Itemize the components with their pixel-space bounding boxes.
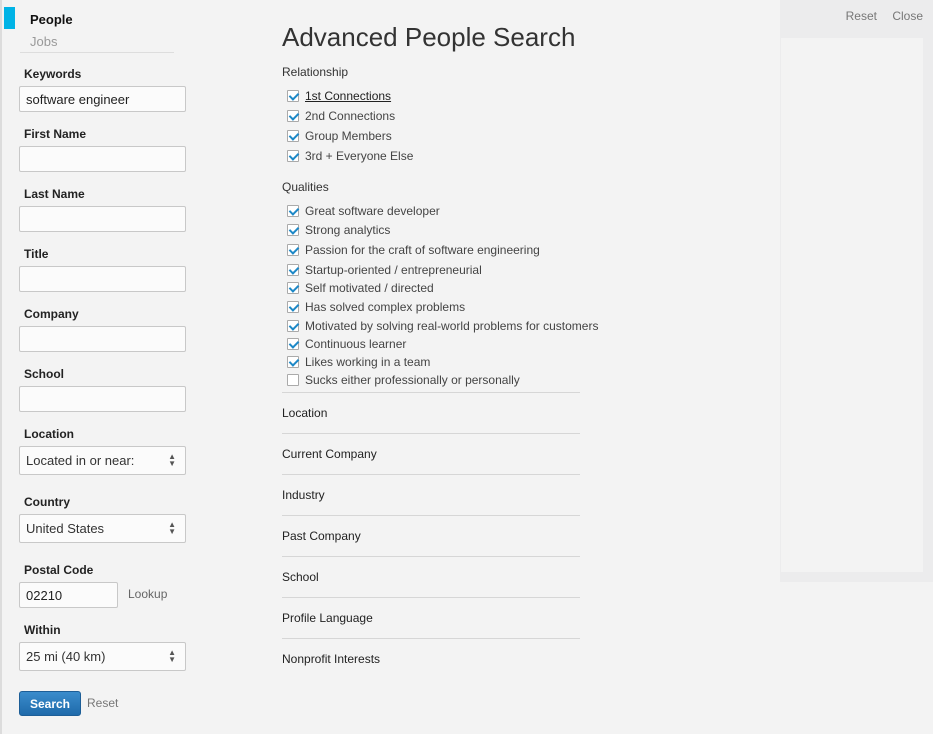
checkbox-checked[interactable]	[287, 264, 299, 276]
facet-school[interactable]: School	[282, 570, 319, 584]
qualities-label: Qualities	[282, 180, 329, 194]
last-name-input[interactable]	[19, 206, 186, 232]
option-label: Motivated by solving real-world problems…	[305, 319, 599, 333]
title-input[interactable]	[19, 266, 186, 292]
reset-all-link[interactable]: Reset	[846, 9, 877, 23]
checkbox-unchecked[interactable]	[287, 374, 299, 386]
checkbox-checked[interactable]	[287, 282, 299, 294]
quality-option[interactable]: Continuous learner	[287, 336, 406, 352]
page-title: Advanced People Search	[282, 22, 576, 52]
option-label: Strong analytics	[305, 223, 391, 237]
checkbox-checked[interactable]	[287, 338, 299, 350]
select-arrows-icon: ▲ ▼	[168, 520, 176, 536]
country-select[interactable]: United States ▲ ▼	[19, 514, 186, 543]
relationship-option[interactable]: Group Members	[287, 128, 392, 144]
facet-divider	[282, 597, 580, 598]
nav-people[interactable]: People	[30, 12, 73, 27]
facet-divider	[282, 474, 580, 475]
checkbox-checked[interactable]	[287, 224, 299, 236]
facet-current-company[interactable]: Current Company	[282, 447, 377, 461]
last-name-label: Last Name	[24, 187, 85, 201]
facet-divider	[282, 556, 580, 557]
quality-option[interactable]: Strong analytics	[287, 222, 390, 238]
select-arrows-icon: ▲ ▼	[168, 648, 176, 664]
country-selected: United States	[26, 521, 105, 536]
nav-divider	[20, 52, 174, 53]
school-label: School	[24, 367, 65, 381]
option-label: Likes working in a team	[305, 355, 431, 369]
facet-profile-language[interactable]: Profile Language	[282, 611, 373, 625]
keywords-input[interactable]	[19, 86, 186, 112]
checkbox-checked[interactable]	[287, 150, 299, 162]
facet-location[interactable]: Location	[282, 406, 327, 420]
select-arrows-icon: ▲ ▼	[168, 452, 176, 468]
option-label: 1st Connections	[305, 89, 392, 103]
first-name-input[interactable]	[19, 146, 186, 172]
keywords-label: Keywords	[24, 67, 82, 81]
reset-button[interactable]: Reset	[87, 696, 118, 710]
facet-industry[interactable]: Industry	[282, 488, 325, 502]
top-actions: Reset Close	[834, 9, 923, 23]
first-name-label: First Name	[24, 127, 87, 141]
facet-divider	[282, 515, 580, 516]
option-label: Self motivated / directed	[305, 281, 434, 295]
search-button[interactable]: Search	[19, 691, 81, 716]
company-input[interactable]	[19, 326, 186, 352]
quality-option[interactable]: Passion for the craft of software engine…	[287, 242, 540, 258]
checkbox-checked[interactable]	[287, 301, 299, 313]
checkbox-checked[interactable]	[287, 90, 299, 102]
option-label: 3rd + Everyone Else	[305, 149, 414, 163]
school-input[interactable]	[19, 386, 186, 412]
option-label: Startup-oriented / entrepreneurial	[305, 263, 482, 277]
facet-past-company[interactable]: Past Company	[282, 529, 361, 543]
option-label: Continuous learner	[305, 337, 407, 351]
option-label: Has solved complex problems	[305, 300, 466, 314]
checkbox-checked[interactable]	[287, 205, 299, 217]
facet-divider	[282, 638, 580, 639]
location-select[interactable]: Located in or near: ▲ ▼	[19, 446, 186, 475]
quality-option[interactable]: Self motivated / directed	[287, 280, 434, 296]
facet-nonprofit-interests[interactable]: Nonprofit Interests	[282, 652, 380, 666]
option-label: Sucks either professionally or personall…	[305, 373, 520, 387]
quality-option[interactable]: Sucks either professionally or personall…	[287, 372, 520, 388]
relationship-label: Relationship	[282, 65, 349, 79]
facet-divider	[282, 392, 580, 393]
checkbox-checked[interactable]	[287, 356, 299, 368]
facet-divider	[282, 433, 580, 434]
active-indicator	[4, 7, 15, 29]
option-label: 2nd Connections	[305, 109, 396, 123]
close-link[interactable]: Close	[892, 9, 923, 23]
option-label: Group Members	[305, 129, 392, 143]
quality-option[interactable]: Likes working in a team	[287, 354, 430, 370]
title-label: Title	[24, 247, 49, 261]
search-sidebar: People Jobs Keywords First Name Last Nam…	[0, 0, 200, 734]
checkbox-checked[interactable]	[287, 320, 299, 332]
option-label: Passion for the craft of software engine…	[305, 243, 540, 257]
checkbox-checked[interactable]	[287, 130, 299, 142]
company-label: Company	[24, 307, 79, 321]
relationship-option[interactable]: 1st Connections	[287, 88, 391, 104]
quality-option[interactable]: Great software developer	[287, 203, 440, 219]
within-label: Within	[24, 623, 61, 637]
within-select[interactable]: 25 mi (40 km) ▲ ▼	[19, 642, 186, 671]
background-panel-inner	[781, 38, 923, 572]
location-selected: Located in or near:	[26, 453, 135, 468]
checkbox-checked[interactable]	[287, 110, 299, 122]
option-label: Great software developer	[305, 204, 440, 218]
within-selected: 25 mi (40 km)	[26, 649, 106, 664]
quality-option[interactable]: Startup-oriented / entrepreneurial	[287, 262, 482, 278]
quality-option[interactable]: Motivated by solving real-world problems…	[287, 318, 598, 334]
lookup-link[interactable]: Lookup	[128, 587, 167, 601]
quality-option[interactable]: Has solved complex problems	[287, 299, 465, 315]
country-label: Country	[24, 495, 70, 509]
relationship-option[interactable]: 2nd Connections	[287, 108, 395, 124]
postal-code-input[interactable]	[19, 582, 118, 608]
relationship-option[interactable]: 3rd + Everyone Else	[287, 148, 413, 164]
checkbox-checked[interactable]	[287, 244, 299, 256]
nav-jobs[interactable]: Jobs	[30, 34, 57, 49]
location-label: Location	[24, 427, 74, 441]
postal-code-label: Postal Code	[24, 563, 94, 577]
